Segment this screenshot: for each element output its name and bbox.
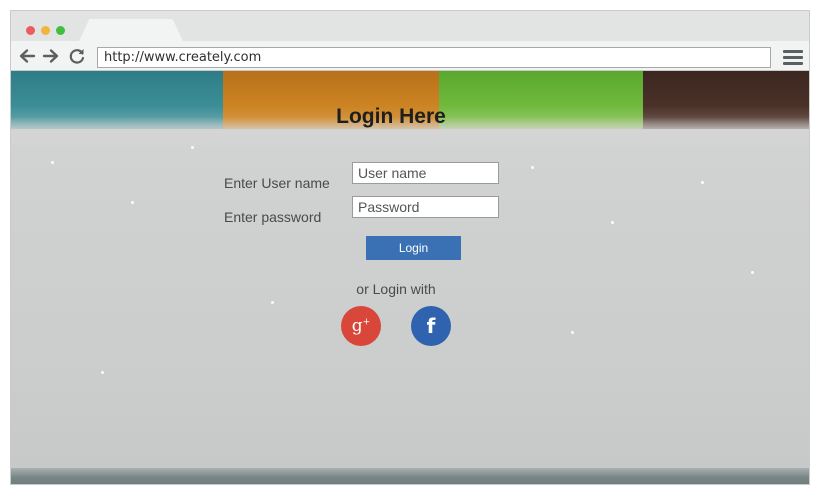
username-input[interactable] xyxy=(352,162,499,184)
browser-tab[interactable] xyxy=(79,19,183,41)
paint-speck xyxy=(751,271,754,274)
forward-arrow-icon xyxy=(42,49,59,63)
reload-icon xyxy=(69,49,85,64)
username-label: Enter User name xyxy=(224,175,330,191)
page-title: Login Here xyxy=(336,105,446,128)
browser-toolbar: http://www.creately.com xyxy=(11,41,809,71)
maximize-window-dot[interactable] xyxy=(56,26,65,35)
back-button[interactable] xyxy=(17,46,37,66)
close-window-dot[interactable] xyxy=(26,26,35,35)
back-arrow-icon xyxy=(19,49,36,63)
password-input[interactable] xyxy=(352,196,499,218)
google-plus-icon: g+ xyxy=(351,316,371,336)
paint-speck xyxy=(131,201,134,204)
browser-window: http://www.creately.com Login Here Enter… xyxy=(10,10,810,485)
hamburger-menu-icon[interactable] xyxy=(783,48,803,66)
page-content: Login Here Enter User name Enter passwor… xyxy=(11,71,809,484)
address-bar[interactable]: http://www.creately.com xyxy=(97,47,771,68)
paint-speck xyxy=(571,331,574,334)
paint-speck xyxy=(531,166,534,169)
reload-button[interactable] xyxy=(67,46,87,66)
google-plus-button[interactable]: g+ xyxy=(341,306,381,346)
paint-speck xyxy=(101,371,104,374)
minimize-window-dot[interactable] xyxy=(41,26,50,35)
login-button[interactable]: Login xyxy=(366,236,461,260)
facebook-icon: f xyxy=(426,314,436,338)
facebook-button[interactable]: f xyxy=(411,306,451,346)
title-bar xyxy=(11,11,809,41)
alt-login-text: or Login with xyxy=(356,281,436,297)
paint-speck xyxy=(51,161,54,164)
paint-speck xyxy=(611,221,614,224)
forward-button[interactable] xyxy=(41,46,61,66)
paint-speck xyxy=(701,181,704,184)
bottom-paint-band xyxy=(11,468,809,484)
paint-speck xyxy=(271,301,274,304)
password-label: Enter password xyxy=(224,209,322,225)
paint-speck xyxy=(191,146,194,149)
